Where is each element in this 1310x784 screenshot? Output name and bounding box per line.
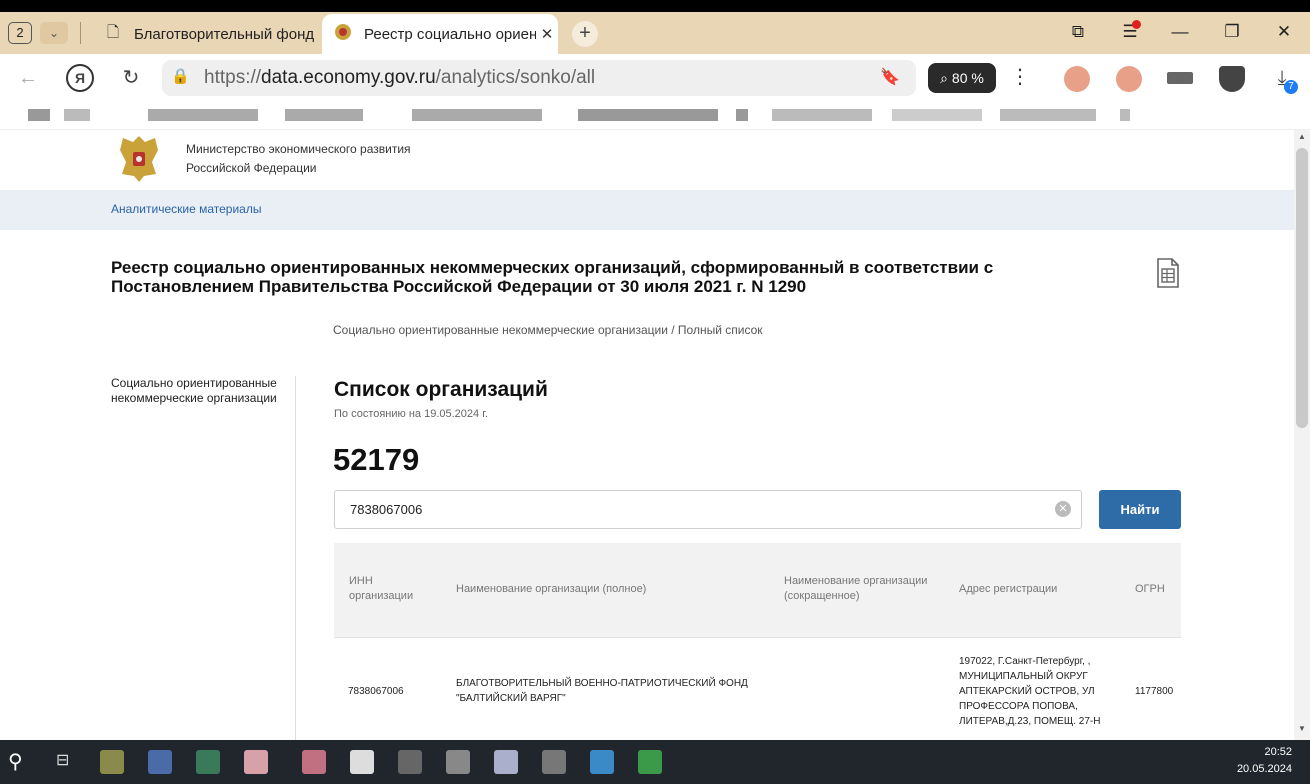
new-tab-button[interactable]: + — [572, 21, 598, 47]
list-title: Список организаций — [334, 378, 548, 401]
scroll-down-arrow-icon[interactable]: ▼ — [1298, 724, 1306, 733]
cell-inn: 7838067006 — [348, 686, 404, 697]
collections-icon[interactable]: ⧉ — [1066, 22, 1090, 42]
search-icon[interactable]: ⚲ — [8, 749, 23, 774]
clock-time: 20:52 — [1264, 746, 1292, 758]
shield-icon[interactable] — [1219, 66, 1245, 92]
blurred-bookmark[interactable] — [736, 109, 748, 121]
task-view-icon[interactable]: ⊟ — [56, 750, 69, 770]
header-inn[interactable]: ИНН организации — [349, 574, 429, 604]
ministry-line-1: Министерство экономического развития — [186, 142, 411, 156]
extension-avatar-icon[interactable] — [1064, 66, 1090, 92]
taskbar-app-icon[interactable] — [100, 750, 124, 774]
blurred-bookmark[interactable] — [578, 109, 718, 121]
zoom-indicator[interactable]: ⌕ 80 % — [928, 63, 996, 93]
as-of-date: По состоянию на 19.05.2024 г. — [334, 408, 488, 420]
extension-gray-icon[interactable] — [1167, 72, 1193, 84]
ministry-name[interactable]: Министерство экономического развития Рос… — [186, 140, 411, 178]
bookmarks-bar — [0, 102, 1310, 130]
blurred-bookmark[interactable] — [412, 109, 542, 121]
download-count-badge: 7 — [1284, 80, 1298, 94]
extension-avatar-icon-2[interactable] — [1116, 66, 1142, 92]
taskbar-app-icon[interactable] — [494, 750, 518, 774]
close-window-icon[interactable]: ✕ — [1272, 22, 1296, 42]
taskbar-app-icon[interactable] — [302, 750, 326, 774]
address-bar[interactable]: 🔒 https://data.economy.gov.ru/analytics/… — [162, 60, 916, 96]
blurred-bookmark[interactable] — [64, 109, 90, 121]
tab-title: Реестр социально ориентированных — [364, 25, 536, 43]
page-title: Реестр социально ориентированных некомме… — [111, 258, 994, 296]
table-header: ИНН организации Наименование организации… — [334, 543, 1181, 638]
search-input[interactable]: 7838067006 — [334, 490, 1082, 529]
blurred-bookmark[interactable] — [148, 109, 258, 121]
yandex-logo-icon[interactable]: Я — [66, 64, 94, 92]
tab-charity-fund[interactable]: 🗋 Благотворительный фонд — [92, 14, 317, 54]
windows-taskbar: ⚲ ⊟ 20:52 20.05.2024 — [0, 740, 1310, 784]
taskbar-app-icon[interactable] — [148, 750, 172, 774]
web-page: Министерство экономического развития Рос… — [0, 130, 1294, 740]
total-count: 52179 — [333, 442, 420, 477]
cell-address: 197022, Г.Санкт-Петербург, , МУНИЦИПАЛЬН… — [959, 656, 1101, 727]
cell-ogrn: 1177800 — [1135, 686, 1174, 697]
blurred-bookmark[interactable] — [1120, 109, 1130, 121]
url-text[interactable]: https://data.economy.gov.ru/analytics/so… — [204, 67, 595, 89]
minimize-icon[interactable]: — — [1168, 22, 1192, 42]
blurred-bookmark[interactable] — [28, 109, 50, 121]
taskbar-app-icon[interactable] — [446, 750, 470, 774]
navigation-bar: ← Я ↻ 🔒 https://data.economy.gov.ru/anal… — [0, 54, 1310, 102]
taskbar-app-icon[interactable] — [196, 750, 220, 774]
taskbar-app-icon[interactable] — [638, 750, 662, 774]
tab-title: Благотворительный фонд — [134, 25, 315, 43]
taskbar-app-icon[interactable] — [590, 750, 614, 774]
document-icon: 🗋 — [106, 23, 120, 41]
ministry-line-2: Российской Федерации — [186, 161, 317, 175]
tab-separator — [80, 22, 81, 44]
blurred-bookmark[interactable] — [892, 109, 982, 121]
more-options-icon[interactable]: ⋮ — [1010, 64, 1030, 89]
back-arrow-icon[interactable]: ← — [14, 64, 42, 92]
taskbar-app-icon[interactable] — [398, 750, 422, 774]
menu-icon[interactable]: ☰ — [1118, 20, 1142, 42]
blurred-bookmark[interactable] — [285, 109, 363, 121]
header-address[interactable]: Адрес регистрации — [959, 582, 1109, 597]
header-ogrn[interactable]: ОГРН — [1135, 582, 1181, 597]
scroll-thumb[interactable] — [1296, 148, 1308, 428]
analytics-materials-link[interactable]: Аналитические материалы — [111, 202, 261, 216]
tab-list-dropdown[interactable]: ⌄ — [40, 22, 68, 44]
tab-count-button[interactable]: 2 — [8, 22, 32, 44]
restore-icon[interactable]: ❐ — [1220, 22, 1244, 42]
tab-registry[interactable]: Реестр социально ориентированных ✕ — [322, 14, 558, 54]
notification-dot — [1132, 20, 1141, 29]
spreadsheet-document-icon[interactable] — [1156, 258, 1180, 288]
left-menu-item[interactable]: Социально ориентированные некоммерческие… — [111, 376, 281, 406]
close-tab-icon[interactable]: ✕ — [536, 25, 558, 43]
bookmark-icon[interactable]: 🔖 — [880, 67, 900, 87]
scroll-up-arrow-icon[interactable]: ▲ — [1298, 132, 1306, 141]
emblem-favicon-icon — [332, 23, 354, 45]
clock-date: 20.05.2024 — [1236, 763, 1292, 775]
lock-icon: 🔒 — [171, 68, 190, 85]
blurred-bookmark[interactable] — [772, 109, 872, 121]
blurred-bookmark[interactable] — [1000, 109, 1096, 121]
coat-of-arms-logo[interactable] — [114, 132, 164, 184]
header-full-name[interactable]: Наименование организации (полное) — [456, 582, 756, 597]
page-scrollbar[interactable]: ▲ ▼ — [1294, 130, 1310, 740]
chevron-down-icon: ⌄ — [48, 26, 60, 40]
sub-navigation: Аналитические материалы — [0, 190, 1294, 230]
screen-top-bar — [0, 0, 1310, 12]
sidebar-divider — [295, 376, 296, 740]
cell-full-name: БЛАГОТВОРИТЕЛЬНЫЙ ВОЕННО-ПАТРИОТИЧЕСКИЙ … — [456, 678, 748, 704]
taskbar-app-icon[interactable] — [542, 750, 566, 774]
zoom-magnifier-icon: ⌕ — [940, 70, 949, 86]
system-clock[interactable]: 20:52 20.05.2024 — [1237, 744, 1292, 778]
clear-search-icon[interactable]: ✕ — [1055, 501, 1071, 517]
reload-icon[interactable]: ↻ — [117, 64, 145, 92]
breadcrumb[interactable]: Социально ориентированные некоммерческие… — [333, 323, 763, 337]
taskbar-app-icon[interactable] — [350, 750, 374, 774]
zoom-level: 80 % — [951, 70, 984, 86]
find-button[interactable]: Найти — [1099, 490, 1181, 529]
taskbar-app-icon[interactable] — [244, 750, 268, 774]
header-short-name[interactable]: Наименование организации (сокращенное) — [784, 574, 944, 604]
